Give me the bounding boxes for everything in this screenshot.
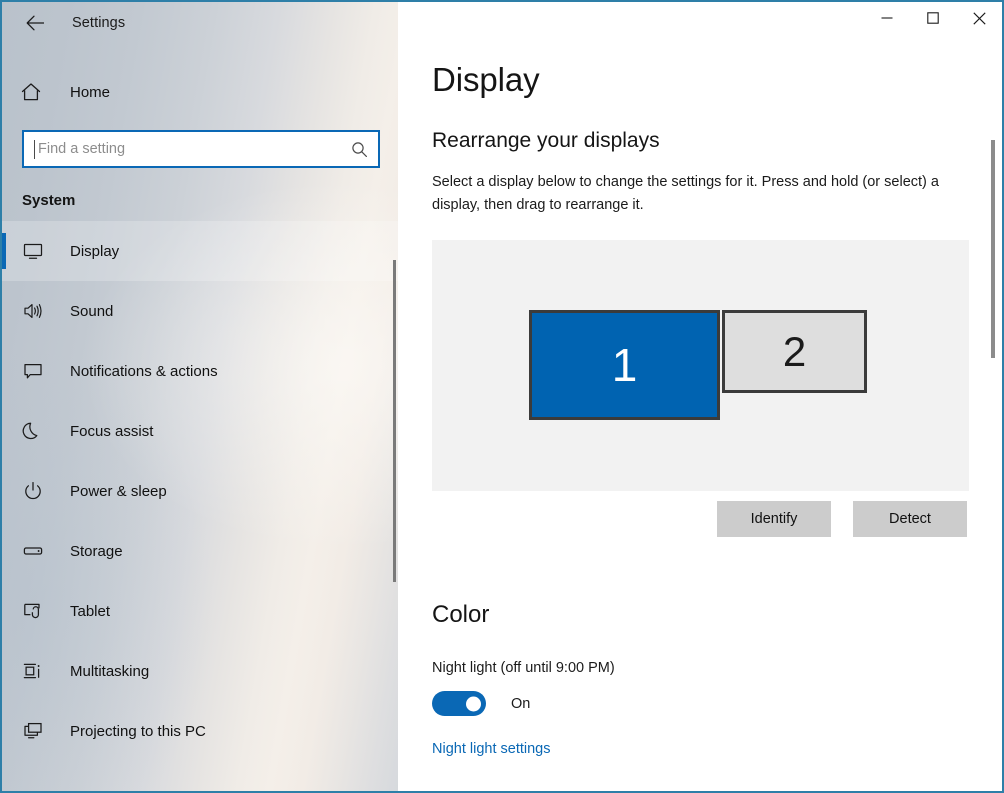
sidebar-item-storage[interactable]: Storage — [2, 521, 398, 581]
content-scrollbar-thumb[interactable] — [991, 140, 995, 358]
sidebar-home-label: Home — [70, 84, 110, 101]
minimize-icon — [881, 12, 893, 24]
search-box[interactable] — [22, 130, 380, 168]
night-light-label: Night light (off until 9:00 PM) — [432, 660, 1002, 676]
maximize-button[interactable] — [910, 2, 956, 34]
display-number: 1 — [612, 342, 638, 388]
display-monitor-2[interactable]: 2 — [722, 310, 867, 393]
sidebar-item-label: Power & sleep — [70, 483, 167, 500]
toggle-knob — [466, 696, 481, 711]
rearrange-description: Select a display below to change the set… — [432, 171, 984, 216]
tablet-touch-icon — [22, 600, 56, 622]
display-arrangement-canvas[interactable]: 1 2 — [432, 240, 969, 491]
power-icon — [22, 480, 56, 502]
sidebar-nav-list: Display Sound — [2, 221, 398, 761]
close-button[interactable] — [956, 2, 1002, 34]
settings-window: Home System — [0, 0, 1004, 793]
sidebar-item-label: Tablet — [70, 603, 110, 620]
detect-button[interactable]: Detect — [853, 501, 967, 537]
sidebar-item-label: Multitasking — [70, 663, 149, 680]
rearrange-heading: Rearrange your displays — [432, 129, 1002, 153]
identify-button[interactable]: Identify — [717, 501, 831, 537]
speaker-icon — [22, 300, 56, 322]
home-icon — [20, 81, 56, 103]
display-number: 2 — [783, 331, 806, 373]
page-title: Display — [432, 62, 1002, 98]
display-monitor-1[interactable]: 1 — [529, 310, 720, 420]
sidebar-item-tablet[interactable]: Tablet — [2, 581, 398, 641]
sidebar-item-label: Display — [70, 243, 119, 260]
night-light-toggle[interactable] — [432, 691, 486, 716]
sidebar-section-header: System — [2, 192, 398, 209]
sidebar-item-label: Storage — [70, 543, 123, 560]
notification-balloon-icon — [22, 360, 56, 382]
sidebar-item-label: Notifications & actions — [70, 363, 218, 380]
content-scrollbar-track[interactable] — [988, 2, 998, 791]
night-light-settings-link[interactable]: Night light settings — [432, 741, 550, 757]
sidebar-item-home[interactable]: Home — [2, 68, 398, 116]
display-actions: Identify Detect — [432, 501, 1002, 537]
sidebar-item-label: Projecting to this PC — [70, 723, 206, 740]
back-button[interactable] — [14, 7, 58, 39]
night-light-toggle-state: On — [511, 696, 530, 712]
search-input[interactable] — [36, 141, 346, 157]
monitor-icon — [22, 240, 56, 262]
back-arrow-icon — [25, 14, 47, 32]
night-light-toggle-row: On — [432, 691, 1002, 716]
text-caret — [34, 140, 35, 159]
sidebar: Home System — [2, 2, 398, 791]
maximize-icon — [927, 12, 939, 24]
minimize-button[interactable] — [864, 2, 910, 34]
sidebar-item-sound[interactable]: Sound — [2, 281, 398, 341]
color-section-heading: Color — [432, 601, 1002, 629]
sidebar-item-label: Sound — [70, 303, 113, 320]
sidebar-item-power-sleep[interactable]: Power & sleep — [2, 461, 398, 521]
project-screen-icon — [22, 720, 56, 742]
sidebar-item-projecting-to-this-pc[interactable]: Projecting to this PC — [2, 701, 398, 761]
moon-icon — [22, 420, 56, 442]
close-icon — [973, 12, 986, 25]
sidebar-item-focus-assist[interactable]: Focus assist — [2, 401, 398, 461]
sidebar-item-multitasking[interactable]: Multitasking — [2, 641, 398, 701]
sidebar-item-notifications-actions[interactable]: Notifications & actions — [2, 341, 398, 401]
sidebar-item-label: Focus assist — [70, 423, 153, 440]
main-content: Display Rearrange your displays Select a… — [398, 2, 1002, 791]
sidebar-item-display[interactable]: Display — [2, 221, 398, 281]
search-icon[interactable] — [346, 140, 372, 159]
drive-icon — [22, 540, 56, 562]
app-title: Settings — [72, 15, 125, 31]
sidebar-scrollbar-thumb[interactable] — [393, 260, 396, 582]
multitasking-icon — [22, 660, 56, 682]
